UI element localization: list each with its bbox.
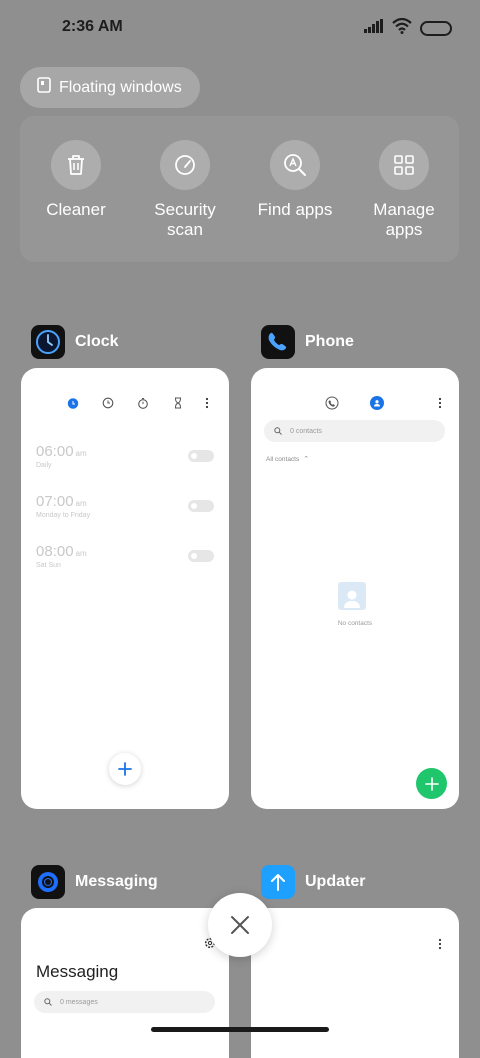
- alarm-time: 07:00: [36, 493, 74, 510]
- stopwatch-tab-icon[interactable]: [137, 396, 149, 414]
- contacts-search-placeholder: 0 contacts: [290, 427, 322, 435]
- phone-app-card[interactable]: 0 contacts All contacts ⌃ No contacts: [251, 368, 459, 809]
- security-scan-label: Security scan: [154, 200, 216, 239]
- quick-actions-panel: Cleaner Security scan Find apps Manage a…: [20, 116, 459, 262]
- clock-app-icon: [31, 325, 65, 359]
- clear-all-button[interactable]: [208, 893, 272, 957]
- contacts-tab-icon[interactable]: [370, 396, 384, 410]
- clock-app-name: Clock: [75, 333, 119, 350]
- speedometer-icon: [160, 140, 210, 190]
- alarm-time: 06:00: [36, 443, 74, 460]
- messages-search-input[interactable]: 0 messages: [34, 991, 215, 1013]
- phone-app-header[interactable]: Phone: [261, 325, 354, 359]
- messaging-app-card[interactable]: Messaging 0 messages: [21, 908, 229, 1058]
- alarm-ampm: am: [75, 499, 87, 508]
- alarm-repeat: Daily: [36, 462, 52, 469]
- more-options-icon[interactable]: [437, 396, 443, 414]
- messaging-app-icon: [31, 865, 65, 899]
- messaging-app-header[interactable]: Messaging: [31, 865, 158, 899]
- battery-icon: [420, 21, 452, 36]
- alarm-toggle[interactable]: [188, 550, 214, 562]
- signal-icon: [364, 19, 384, 38]
- empty-contacts-text: No contacts: [337, 620, 373, 627]
- clock-app-card[interactable]: 06:00 am Daily 07:00 am Monday to Friday 0…: [21, 368, 229, 809]
- security-scan-button[interactable]: Security scan: [135, 140, 235, 240]
- alarm-repeat: Monday to Friday: [36, 512, 91, 519]
- messaging-app-name: Messaging: [75, 873, 158, 890]
- timer-tab-icon[interactable]: [172, 396, 184, 414]
- updater-app-card[interactable]: [251, 908, 459, 1058]
- cleaner-label: Cleaner: [46, 200, 106, 219]
- search-icon: [44, 998, 52, 1006]
- alarm-toggle[interactable]: [188, 450, 214, 462]
- add-alarm-button[interactable]: [109, 753, 141, 785]
- alarm-time: 08:00: [36, 543, 74, 560]
- updater-app-header[interactable]: Updater: [261, 865, 365, 899]
- find-apps-button[interactable]: Find apps: [245, 140, 345, 220]
- updater-app-name: Updater: [305, 873, 366, 890]
- status-icons: [364, 17, 452, 39]
- status-time: 2:36 AM: [62, 18, 123, 35]
- chevron-updown-icon: ⌃: [303, 456, 310, 463]
- grid-icon: [379, 140, 429, 190]
- updater-app-icon: [261, 865, 295, 899]
- manage-apps-button[interactable]: Manage apps: [354, 140, 454, 240]
- contacts-filter-label: All contacts: [266, 455, 300, 463]
- search-icon: [274, 427, 282, 435]
- contacts-search-input[interactable]: 0 contacts: [264, 420, 445, 442]
- alarm-item[interactable]: 08:00 am Sat Sun: [36, 543, 87, 569]
- empty-contacts-icon: [338, 582, 366, 610]
- home-indicator[interactable]: [151, 1027, 329, 1032]
- alarm-repeat: Sat Sun: [36, 562, 61, 569]
- contacts-filter-dropdown[interactable]: All contacts ⌃: [266, 455, 310, 464]
- alarm-ampm: am: [75, 449, 87, 458]
- floating-windows-button[interactable]: Floating windows: [20, 67, 200, 108]
- messaging-title: Messaging: [36, 962, 119, 981]
- floating-windows-label: Floating windows: [59, 78, 182, 96]
- plus-icon: [118, 762, 132, 776]
- floating-window-icon: [37, 77, 51, 98]
- add-contact-button[interactable]: [416, 768, 447, 799]
- phone-app-name: Phone: [305, 333, 354, 350]
- plus-icon: [424, 776, 439, 791]
- search-app-icon: [270, 140, 320, 190]
- alarm-item[interactable]: 07:00 am Monday to Friday: [36, 493, 90, 519]
- more-options-icon[interactable]: [437, 937, 443, 955]
- cleaner-button[interactable]: Cleaner: [26, 140, 126, 220]
- more-options-icon[interactable]: [204, 396, 210, 414]
- alarm-ampm: am: [75, 549, 87, 558]
- phone-app-icon: [261, 325, 295, 359]
- wifi-icon: [392, 17, 412, 39]
- recents-tab-icon[interactable]: [325, 396, 339, 415]
- clock-app-header[interactable]: Clock: [31, 325, 119, 359]
- manage-apps-label: Manage apps: [373, 200, 435, 239]
- alarm-item[interactable]: 06:00 am Daily: [36, 443, 87, 469]
- alarm-tab-icon[interactable]: [67, 396, 79, 414]
- messages-search-placeholder: 0 messages: [60, 998, 98, 1006]
- find-apps-label: Find apps: [257, 200, 333, 219]
- trash-icon: [51, 140, 101, 190]
- world-clock-tab-icon[interactable]: [102, 396, 114, 414]
- close-icon: [231, 916, 249, 934]
- alarm-toggle[interactable]: [188, 500, 214, 512]
